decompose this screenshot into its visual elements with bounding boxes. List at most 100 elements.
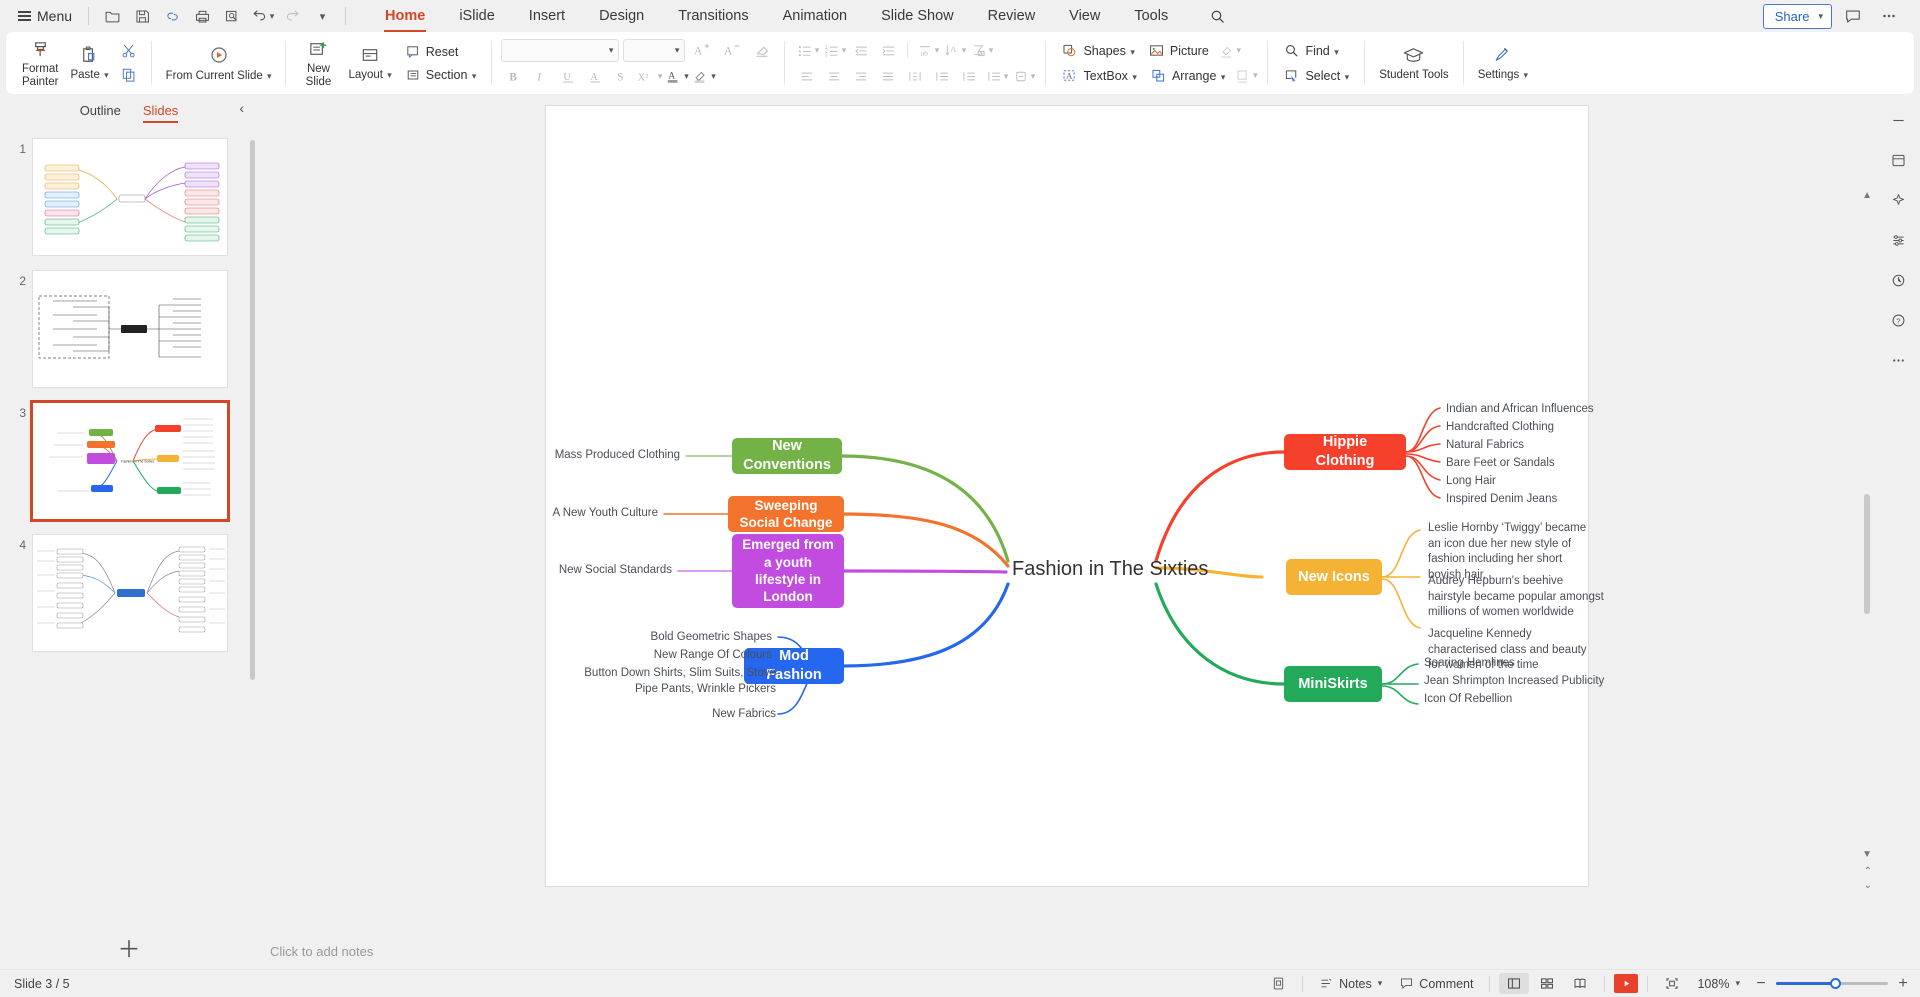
zoom-slider[interactable]: − + [1754,975,1910,993]
align-left-icon[interactable] [794,65,820,88]
collapse-panel-icon[interactable]: ‹ [239,100,244,116]
tab-transitions[interactable]: Transitions [661,2,765,30]
slide-thumbnail-2[interactable] [32,270,228,388]
chevron-down-icon[interactable]: ▾ [270,11,275,22]
slide-canvas[interactable]: Fashion in The Sixties New Conventions S… [258,94,1876,933]
print-preview-icon[interactable] [217,3,247,29]
decrease-font-size-icon[interactable]: A [719,39,745,62]
next-slide-icon[interactable]: ⌄ [1864,880,1872,891]
save-icon[interactable] [127,3,157,29]
arrange-button[interactable]: Arrange ▾ [1144,64,1232,87]
mindmap-node-hippie-clothing[interactable]: Hippie Clothing [1284,434,1406,470]
decrease-indent-icon[interactable] [848,39,874,62]
normal-view-icon[interactable] [1499,973,1530,994]
play-slideshow-button[interactable] [1614,974,1639,993]
reading-view-icon[interactable] [1565,973,1595,994]
slide-surface[interactable]: Fashion in The Sixties New Conventions S… [546,106,1604,886]
increase-indent-icon[interactable] [875,39,901,62]
line-spacing-icon[interactable]: ▾ [983,65,1009,88]
numbered-list-icon[interactable]: 1 2 3 ▾ [821,39,847,62]
adjust-icon[interactable] [1883,226,1913,254]
sort-icon[interactable]: A ▾ [941,39,967,62]
new-slide-button[interactable]: New Slide [295,35,341,92]
font-size-select[interactable]: ▾ [623,38,686,62]
align-text-icon[interactable]: ▾ [1010,65,1036,88]
layout-button[interactable]: Layout ▾ [343,41,396,85]
previous-slide-icon[interactable]: ⌃ [1864,866,1872,877]
select-button[interactable]: Select ▾ [1277,64,1355,87]
mindmap-node-new-conventions[interactable]: New Conventions [732,438,842,474]
bulleted-list-icon[interactable]: ▾ [794,39,820,62]
clear-formatting-icon[interactable] [749,39,775,62]
notes-pane[interactable]: Click to add notes [258,933,1876,969]
mindmap-leaf-soaring-hemlines[interactable]: Soaring Hemlines [1424,656,1644,672]
mindmap-leaf-button-down-shirts[interactable]: Button Down Shirts, Slim Suits, Stove Pi… [576,666,776,697]
menu-button[interactable]: Menu [10,4,80,28]
shape-fill-icon[interactable]: ▾ [1216,39,1242,62]
student-tools-button[interactable]: Student Tools [1374,41,1453,85]
highlight-color-icon[interactable]: ▾ [690,65,716,88]
slide-sorter-icon[interactable] [1532,973,1562,994]
font-color-icon[interactable]: A ▾ [663,65,689,88]
reset-button[interactable]: Reset [399,41,483,63]
section-button[interactable]: Section ▾ [399,64,483,86]
mindmap-leaf-new-range-of-colours[interactable]: New Range Of Colours [546,648,772,664]
mindmap-leaf-audrey-hepburn[interactable]: Audrey Hepburn's beehive hairstyle becam… [1428,574,1604,621]
mindmap-node-sweeping-social-change[interactable]: Sweeping Social Change [728,496,844,532]
textbox-button[interactable]: A TextBox ▾ [1055,64,1142,87]
more-options-icon[interactable] [1874,3,1904,29]
font-family-select[interactable]: ▾ [501,38,620,62]
slide-thumbnail-3[interactable]: Fashion in The Sixties [30,400,230,522]
undo-icon[interactable]: ▾ [247,3,277,29]
folder-open-icon[interactable] [97,3,127,29]
zoom-out-button[interactable]: − [1754,975,1768,993]
list-item[interactable]: 4 [0,534,258,666]
zoom-in-button[interactable]: + [1896,975,1910,993]
zoom-slider-knob[interactable] [1830,977,1841,989]
tab-islide[interactable]: iSlide [442,2,511,30]
comment-button[interactable]: Comment [1392,973,1480,994]
format-painter-button[interactable]: Format Painter [17,35,63,92]
tab-animation[interactable]: Animation [766,2,864,30]
mindmap-leaf-natural-fabrics[interactable]: Natural Fabrics [1446,438,1666,454]
list-item[interactable]: 2 [0,270,258,402]
slide-thumbnail-4[interactable] [32,534,228,652]
help-icon[interactable]: ? [1883,306,1913,334]
notes-button[interactable]: Notes ▾ [1312,973,1389,994]
list-item[interactable]: 3 Fashion in The Sixties [0,400,258,534]
scissors-icon[interactable] [116,40,142,63]
presenter-notes-toggle-icon[interactable] [1264,973,1293,994]
slide-thumbnail-list[interactable]: 1 2 3 Fashion in The Sixties 4 [0,126,258,925]
canvas-vertical-scrollbar[interactable] [1864,204,1870,844]
paste-button[interactable]: Paste ▾ [65,41,113,85]
line-spacing-up-icon[interactable] [929,65,955,88]
sidebar-scrollbar[interactable] [250,140,255,680]
bold-icon[interactable]: B [501,65,527,88]
design-ideas-icon[interactable] [1883,146,1913,174]
add-slide-button[interactable]: ＋ [0,925,258,969]
mindmap-leaf-jean-shrimpton[interactable]: Jean Shrimpton Increased Publicity [1424,674,1644,690]
find-button[interactable]: Find ▾ [1277,39,1344,62]
mindmap-center-node[interactable]: Fashion in The Sixties [1012,558,1208,581]
list-item[interactable]: 1 [0,138,258,270]
search-icon[interactable] [1203,3,1231,29]
mindmap-leaf-mass-produced-clothing[interactable]: Mass Produced Clothing [546,448,680,464]
link-icon[interactable] [157,3,187,29]
text-direction-icon[interactable]: ab ▾ [914,39,940,62]
mindmap-leaf-icon-of-rebellion[interactable]: Icon Of Rebellion [1424,692,1644,708]
scroll-down-icon[interactable]: ▼ [1862,849,1872,860]
scroll-up-icon[interactable]: ▲ [1862,190,1872,201]
mindmap-leaf-handcrafted-clothing[interactable]: Handcrafted Clothing [1446,420,1666,436]
minimize-panel-icon[interactable] [1883,106,1913,134]
align-center-icon[interactable] [821,65,847,88]
share-button[interactable]: Share ▾ [1762,3,1832,29]
redo-icon[interactable] [277,3,307,29]
ai-magic-icon[interactable] [1883,186,1913,214]
mindmap-leaf-new-fabrics[interactable]: New Fabrics [546,707,776,723]
tab-outline[interactable]: Outline [80,103,121,122]
history-icon[interactable] [1883,266,1913,294]
mindmap-leaf-indian-african-influences[interactable]: Indian and African Influences [1446,402,1666,418]
copy-icon[interactable] [116,64,142,87]
mindmap-leaf-new-youth-culture[interactable]: A New Youth Culture [546,506,659,522]
line-spacing-down-icon[interactable] [956,65,982,88]
